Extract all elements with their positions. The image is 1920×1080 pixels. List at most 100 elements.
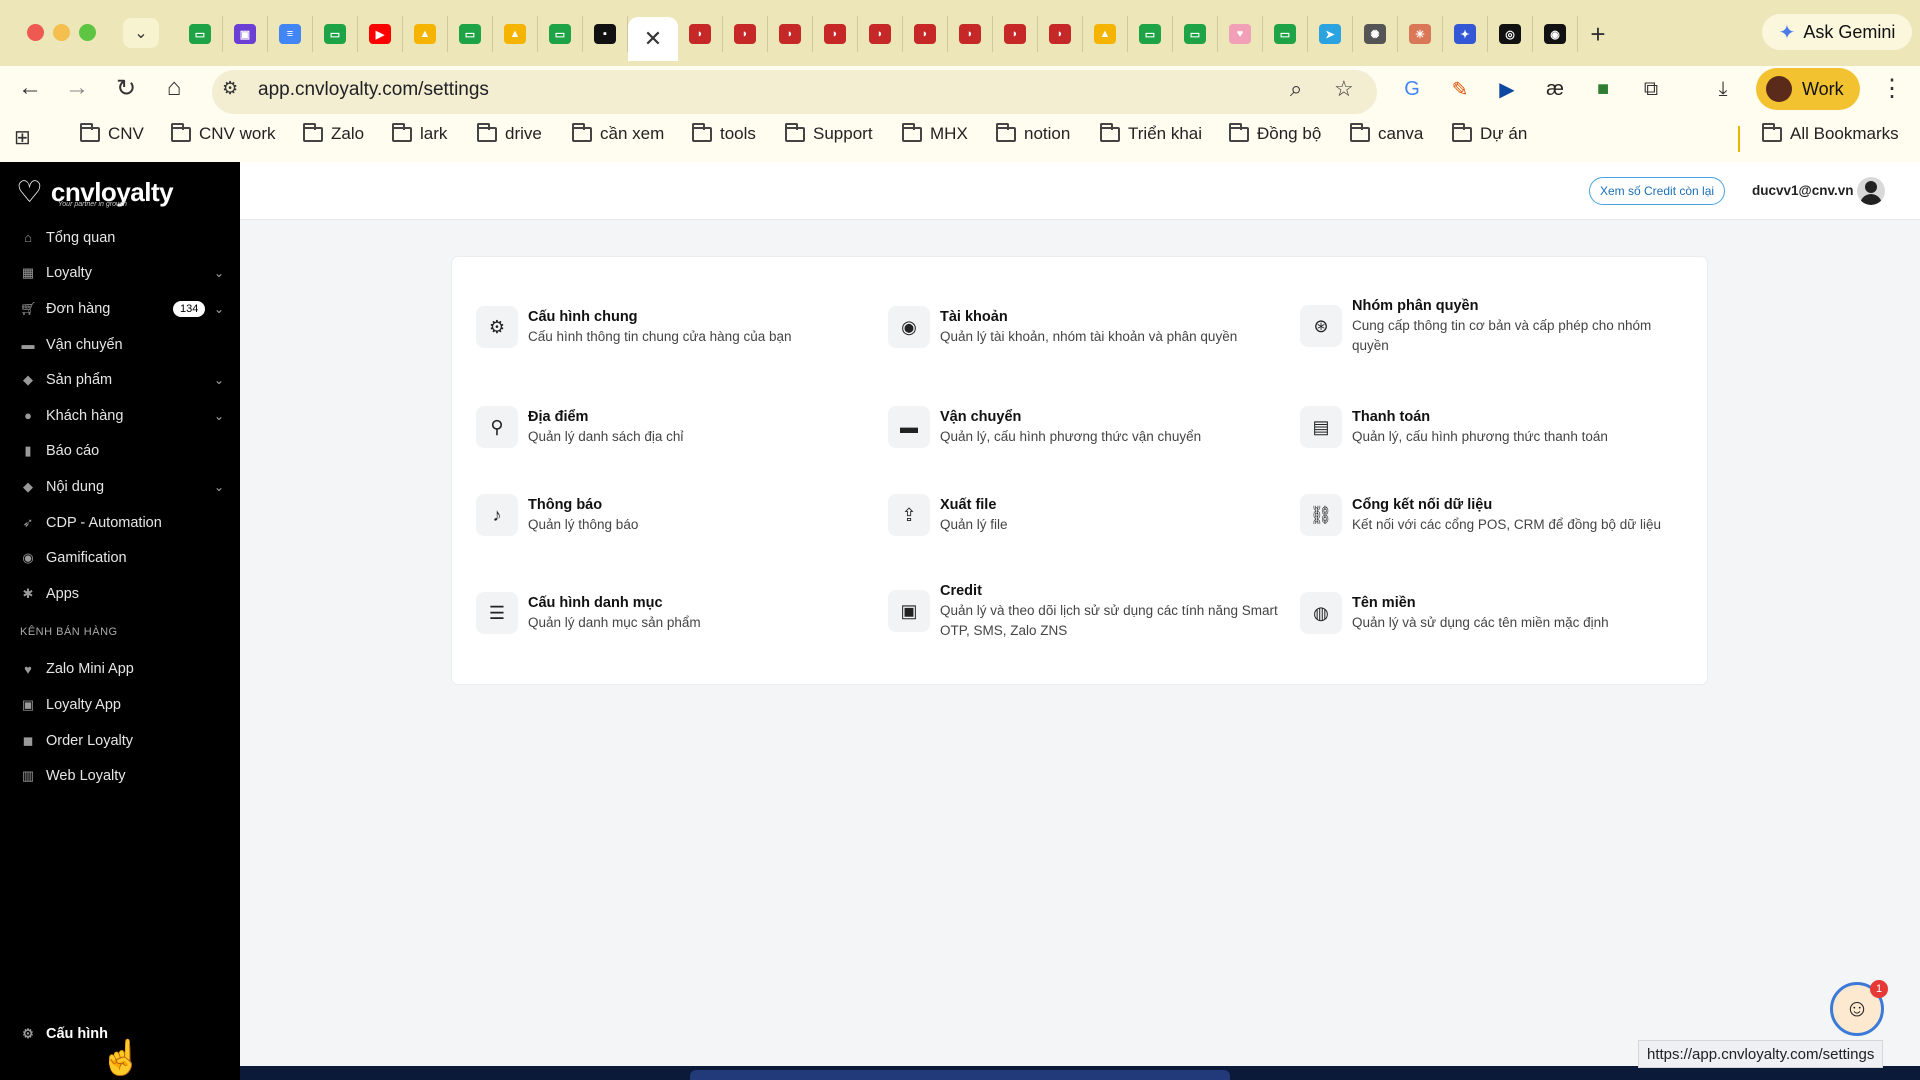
tab[interactable]: ◗ xyxy=(858,16,903,52)
tab-active-close[interactable]: ✕ xyxy=(628,17,678,61)
tab[interactable]: ✺ xyxy=(1353,16,1398,52)
bookmark-folder[interactable]: MHX xyxy=(902,122,968,144)
setting-shipping[interactable]: ▬ Vận chuyển Quản lý, cấu hình phương thứ… xyxy=(888,406,1288,448)
new-tab-button[interactable]: + xyxy=(1578,19,1618,50)
tab[interactable]: ✦ xyxy=(1443,16,1488,52)
more-menu-icon[interactable]: ⋮ xyxy=(1880,74,1904,103)
tab[interactable]: ▲ xyxy=(493,16,538,52)
tab[interactable]: ▭ xyxy=(538,16,583,52)
sidebar-item-zalo-mini-app[interactable]: ♥ Zalo Mini App xyxy=(0,652,240,688)
setting-credit[interactable]: ▣ Credit Quản lý và theo dõi lịch sử sử d… xyxy=(888,581,1288,641)
tab[interactable]: ◎ xyxy=(1488,16,1533,52)
tab[interactable]: ▪ xyxy=(583,16,628,52)
sidebar-item-bao-cao[interactable]: ▮ Báo cáo xyxy=(0,434,240,470)
sidebar-item-loyalty-app[interactable]: ▣ Loyalty App xyxy=(0,687,240,723)
tab[interactable]: ▲ xyxy=(403,16,448,52)
tab[interactable]: ▭ xyxy=(178,16,223,52)
tab[interactable]: ◗ xyxy=(723,16,768,52)
tab[interactable]: ◗ xyxy=(1038,16,1083,52)
bookmark-folder[interactable]: Đồng bộ xyxy=(1229,122,1321,144)
tab[interactable]: ▭ xyxy=(448,16,493,52)
setting-account[interactable]: ◉ Tài khoản Quản lý tài khoản, nhóm tài k… xyxy=(888,306,1288,348)
bookmark-folder[interactable]: lark xyxy=(392,122,447,144)
setting-domain[interactable]: ◍ Tên miền Quản lý và sử dụng các tên miề… xyxy=(1300,592,1700,634)
bookmark-folder[interactable]: cần xem xyxy=(572,122,664,144)
tab[interactable]: ▭ xyxy=(1173,16,1218,52)
site-settings-icon[interactable]: ⚙ xyxy=(222,78,238,99)
sidebar-item-don-hang[interactable]: 🛒︎ Đơn hàng 134 ⌄ xyxy=(0,291,240,327)
tab-search-button[interactable]: ⌄ xyxy=(123,18,159,48)
sidebar-item-apps[interactable]: ✱ Apps xyxy=(0,576,240,612)
tab[interactable]: ♥ xyxy=(1218,16,1263,52)
bookmark-folder[interactable]: CNV work xyxy=(171,122,276,144)
view-credit-button[interactable]: Xem số Credit còn lại xyxy=(1589,177,1726,205)
setting-category[interactable]: ☰ Cấu hình danh mục Quản lý danh mục sản … xyxy=(476,592,876,634)
brand-logo[interactable]: ♡ cnvloyalty Your partner in growth xyxy=(16,175,174,210)
setting-notification[interactable]: ♪ Thông báo Quản lý thông báo xyxy=(476,494,876,536)
translate-icon[interactable]: G xyxy=(1397,74,1427,104)
forward-button[interactable]: → xyxy=(59,70,95,106)
setting-data-connector[interactable]: ⛓ Cổng kết nối dữ liệu Kết nối với các cổ… xyxy=(1300,494,1700,536)
reload-button[interactable]: ↻ xyxy=(108,70,144,106)
tab[interactable]: ◗ xyxy=(768,16,813,52)
search-icon[interactable]: ⌕ xyxy=(1290,76,1302,102)
bookmark-folder[interactable]: tools xyxy=(692,122,756,144)
sidebar-item-san-pham[interactable]: ◆ Sản phẩm ⌄ xyxy=(0,362,240,398)
tab[interactable]: ◗ xyxy=(948,16,993,52)
ae-icon[interactable]: æ xyxy=(1540,74,1570,104)
puzzle-icon[interactable]: ⧉ xyxy=(1636,74,1666,104)
tab[interactable]: ▣ xyxy=(223,16,268,52)
profile-button[interactable]: Work xyxy=(1756,68,1860,110)
color-icon[interactable]: ■ xyxy=(1588,74,1618,104)
bookmark-folder[interactable]: notion xyxy=(996,122,1070,144)
pen-icon[interactable]: ✎ xyxy=(1445,74,1475,104)
avatar[interactable] xyxy=(1857,177,1885,205)
tab[interactable]: ◗ xyxy=(813,16,858,52)
setting-general[interactable]: ⚙ Cấu hình chung Cấu hình thông tin chung… xyxy=(476,306,876,348)
sidebar-item-khach-hang[interactable]: ● Khách hàng ⌄ xyxy=(0,398,240,434)
setting-payment[interactable]: ▤ Thanh toán Quản lý, cấu hình phương thứ… xyxy=(1300,406,1700,448)
bookmark-folder[interactable]: drive xyxy=(477,122,542,144)
sidebar-item-cdp-automation[interactable]: ➶ CDP - Automation xyxy=(0,505,240,541)
bookmark-folder[interactable]: Dự án xyxy=(1452,122,1527,144)
setting-export-file[interactable]: ⇪ Xuất file Quản lý file xyxy=(888,494,1288,536)
bookmark-folder[interactable]: CNV xyxy=(80,122,144,144)
all-bookmarks[interactable]: All Bookmarks xyxy=(1762,122,1899,144)
tab[interactable]: ▲ xyxy=(1083,16,1128,52)
sidebar-item-van-chuyen[interactable]: ▬ Vận chuyển xyxy=(0,327,240,363)
home-button[interactable]: ⌂ xyxy=(156,70,192,106)
tab[interactable]: ◗ xyxy=(678,16,723,52)
url-text[interactable]: app.cnvloyalty.com/settings xyxy=(258,79,489,101)
tab[interactable]: ◉ xyxy=(1533,16,1578,52)
close-window-button[interactable] xyxy=(27,24,44,41)
tab[interactable]: ▭ xyxy=(313,16,358,52)
bookmark-star-icon[interactable]: ☆ xyxy=(1334,76,1354,102)
maximize-window-button[interactable] xyxy=(79,24,96,41)
minimize-window-button[interactable] xyxy=(53,24,70,41)
download-icon[interactable]: ⤓ xyxy=(1708,74,1738,104)
tab[interactable]: ◗ xyxy=(993,16,1038,52)
sidebar-item-order-loyalty[interactable]: ◼ Order Loyalty xyxy=(0,723,240,759)
play-icon[interactable]: ▶ xyxy=(1492,74,1522,104)
tab[interactable]: ◗ xyxy=(903,16,948,52)
tab[interactable]: ➤ xyxy=(1308,16,1353,52)
sidebar-item-tong-quan[interactable]: ⌂ Tổng quan xyxy=(0,220,240,256)
user-email[interactable]: ducvv1@cnv.vn xyxy=(1752,183,1853,198)
apps-grid-icon[interactable]: ⊞ xyxy=(14,125,31,150)
ask-gemini-button[interactable]: ✦ Ask Gemini xyxy=(1762,14,1912,50)
back-button[interactable]: ← xyxy=(12,70,48,106)
bookmark-folder[interactable]: canva xyxy=(1350,122,1423,144)
tab[interactable]: ▭ xyxy=(1128,16,1173,52)
tab[interactable]: ✳ xyxy=(1398,16,1443,52)
setting-permission-group[interactable]: ⊛ Nhóm phân quyền Cung cấp thông tin cơ b… xyxy=(1300,296,1690,356)
bookmark-folder[interactable]: Support xyxy=(785,122,873,144)
sidebar-item-gamification[interactable]: ◉ Gamification xyxy=(0,540,240,576)
sidebar-item-web-loyalty[interactable]: ▥ Web Loyalty xyxy=(0,758,240,794)
sidebar-item-loyalty[interactable]: ▦ Loyalty ⌄ xyxy=(0,256,240,292)
tab[interactable]: ≡ xyxy=(268,16,313,52)
tab[interactable]: ▶ xyxy=(358,16,403,52)
bookmark-folder[interactable]: Triển khai xyxy=(1100,122,1202,144)
sidebar-item-noi-dung[interactable]: ◆ Nội dung ⌄ xyxy=(0,469,240,505)
setting-location[interactable]: ⚲ Địa điểm Quản lý danh sách địa chỉ xyxy=(476,406,876,448)
bookmark-folder[interactable]: Zalo xyxy=(303,122,364,144)
